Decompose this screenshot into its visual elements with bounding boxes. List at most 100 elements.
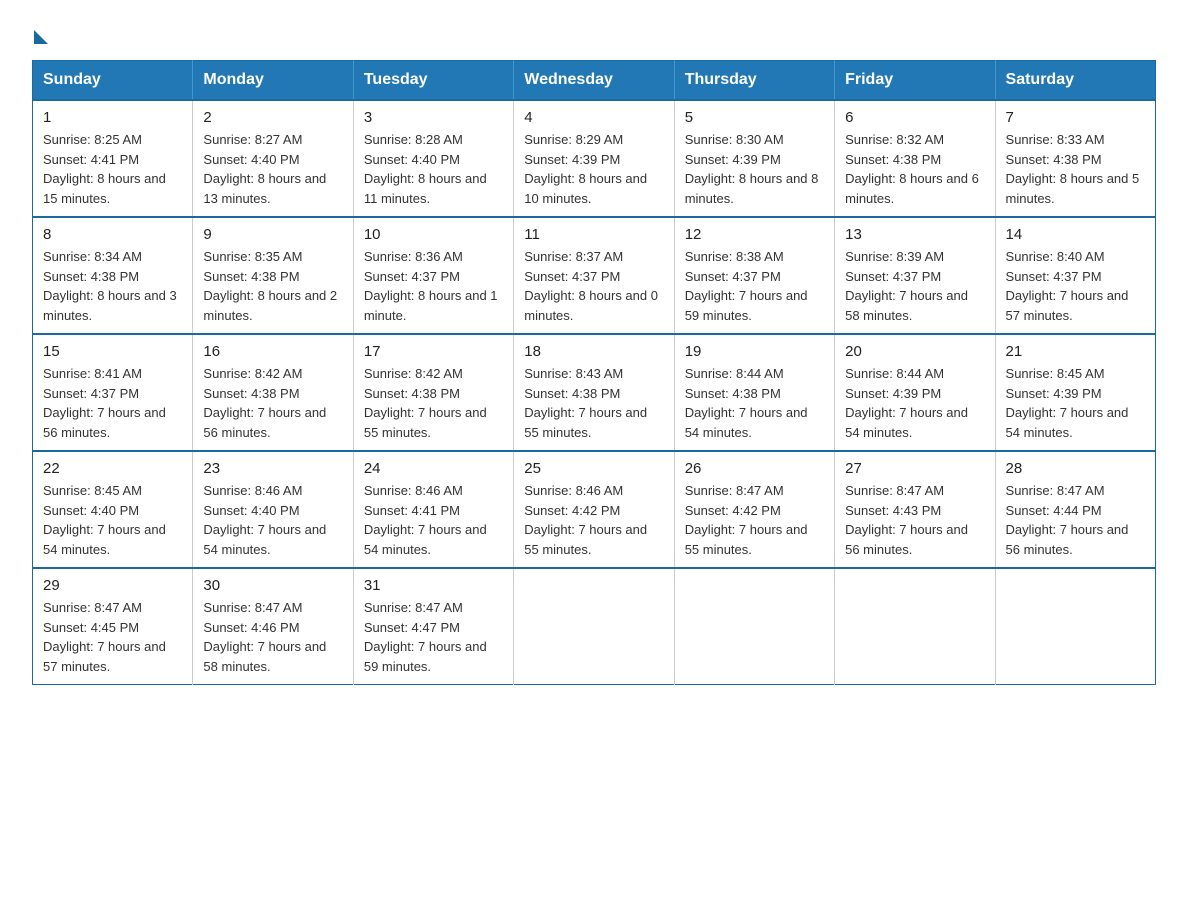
calendar-week-row: 22 Sunrise: 8:45 AM Sunset: 4:40 PM Dayl… <box>33 451 1156 568</box>
calendar-cell: 15 Sunrise: 8:41 AM Sunset: 4:37 PM Dayl… <box>33 334 193 451</box>
day-info: Sunrise: 8:30 AM Sunset: 4:39 PM Dayligh… <box>685 130 824 208</box>
day-number: 2 <box>203 109 342 126</box>
calendar-cell: 3 Sunrise: 8:28 AM Sunset: 4:40 PM Dayli… <box>353 100 513 217</box>
calendar-week-row: 1 Sunrise: 8:25 AM Sunset: 4:41 PM Dayli… <box>33 100 1156 217</box>
day-number: 7 <box>1006 109 1145 126</box>
day-number: 18 <box>524 343 663 360</box>
logo-arrow-icon <box>34 30 48 44</box>
day-number: 6 <box>845 109 984 126</box>
calendar-cell: 1 Sunrise: 8:25 AM Sunset: 4:41 PM Dayli… <box>33 100 193 217</box>
calendar-cell: 18 Sunrise: 8:43 AM Sunset: 4:38 PM Dayl… <box>514 334 674 451</box>
day-info: Sunrise: 8:36 AM Sunset: 4:37 PM Dayligh… <box>364 247 503 325</box>
calendar-cell: 26 Sunrise: 8:47 AM Sunset: 4:42 PM Dayl… <box>674 451 834 568</box>
calendar-week-row: 15 Sunrise: 8:41 AM Sunset: 4:37 PM Dayl… <box>33 334 1156 451</box>
day-number: 13 <box>845 226 984 243</box>
calendar-cell: 29 Sunrise: 8:47 AM Sunset: 4:45 PM Dayl… <box>33 568 193 685</box>
header-cell-saturday: Saturday <box>995 61 1155 101</box>
day-number: 12 <box>685 226 824 243</box>
day-info: Sunrise: 8:46 AM Sunset: 4:41 PM Dayligh… <box>364 481 503 559</box>
day-info: Sunrise: 8:32 AM Sunset: 4:38 PM Dayligh… <box>845 130 984 208</box>
day-info: Sunrise: 8:43 AM Sunset: 4:38 PM Dayligh… <box>524 364 663 442</box>
day-number: 3 <box>364 109 503 126</box>
header-cell-tuesday: Tuesday <box>353 61 513 101</box>
calendar-cell <box>674 568 834 685</box>
calendar-table: SundayMondayTuesdayWednesdayThursdayFrid… <box>32 60 1156 685</box>
calendar-cell: 14 Sunrise: 8:40 AM Sunset: 4:37 PM Dayl… <box>995 217 1155 334</box>
day-info: Sunrise: 8:28 AM Sunset: 4:40 PM Dayligh… <box>364 130 503 208</box>
header-cell-friday: Friday <box>835 61 995 101</box>
day-number: 1 <box>43 109 182 126</box>
header-cell-monday: Monday <box>193 61 353 101</box>
calendar-cell: 4 Sunrise: 8:29 AM Sunset: 4:39 PM Dayli… <box>514 100 674 217</box>
calendar-cell: 31 Sunrise: 8:47 AM Sunset: 4:47 PM Dayl… <box>353 568 513 685</box>
page-header <box>32 24 1156 40</box>
day-number: 4 <box>524 109 663 126</box>
day-info: Sunrise: 8:42 AM Sunset: 4:38 PM Dayligh… <box>203 364 342 442</box>
calendar-cell: 5 Sunrise: 8:30 AM Sunset: 4:39 PM Dayli… <box>674 100 834 217</box>
calendar-cell: 11 Sunrise: 8:37 AM Sunset: 4:37 PM Dayl… <box>514 217 674 334</box>
calendar-cell: 12 Sunrise: 8:38 AM Sunset: 4:37 PM Dayl… <box>674 217 834 334</box>
day-info: Sunrise: 8:29 AM Sunset: 4:39 PM Dayligh… <box>524 130 663 208</box>
day-number: 19 <box>685 343 824 360</box>
calendar-cell <box>835 568 995 685</box>
header-cell-thursday: Thursday <box>674 61 834 101</box>
day-info: Sunrise: 8:47 AM Sunset: 4:47 PM Dayligh… <box>364 598 503 676</box>
day-info: Sunrise: 8:47 AM Sunset: 4:45 PM Dayligh… <box>43 598 182 676</box>
calendar-cell: 22 Sunrise: 8:45 AM Sunset: 4:40 PM Dayl… <box>33 451 193 568</box>
calendar-cell: 17 Sunrise: 8:42 AM Sunset: 4:38 PM Dayl… <box>353 334 513 451</box>
day-number: 27 <box>845 460 984 477</box>
day-info: Sunrise: 8:46 AM Sunset: 4:42 PM Dayligh… <box>524 481 663 559</box>
day-info: Sunrise: 8:45 AM Sunset: 4:40 PM Dayligh… <box>43 481 182 559</box>
day-info: Sunrise: 8:45 AM Sunset: 4:39 PM Dayligh… <box>1006 364 1145 442</box>
day-number: 17 <box>364 343 503 360</box>
day-number: 16 <box>203 343 342 360</box>
day-info: Sunrise: 8:41 AM Sunset: 4:37 PM Dayligh… <box>43 364 182 442</box>
day-number: 5 <box>685 109 824 126</box>
calendar-cell: 23 Sunrise: 8:46 AM Sunset: 4:40 PM Dayl… <box>193 451 353 568</box>
day-number: 21 <box>1006 343 1145 360</box>
day-number: 14 <box>1006 226 1145 243</box>
day-info: Sunrise: 8:39 AM Sunset: 4:37 PM Dayligh… <box>845 247 984 325</box>
calendar-cell: 13 Sunrise: 8:39 AM Sunset: 4:37 PM Dayl… <box>835 217 995 334</box>
day-info: Sunrise: 8:47 AM Sunset: 4:42 PM Dayligh… <box>685 481 824 559</box>
calendar-cell: 20 Sunrise: 8:44 AM Sunset: 4:39 PM Dayl… <box>835 334 995 451</box>
day-number: 29 <box>43 577 182 594</box>
calendar-cell: 10 Sunrise: 8:36 AM Sunset: 4:37 PM Dayl… <box>353 217 513 334</box>
header-cell-wednesday: Wednesday <box>514 61 674 101</box>
day-info: Sunrise: 8:34 AM Sunset: 4:38 PM Dayligh… <box>43 247 182 325</box>
day-number: 10 <box>364 226 503 243</box>
day-number: 31 <box>364 577 503 594</box>
calendar-cell: 7 Sunrise: 8:33 AM Sunset: 4:38 PM Dayli… <box>995 100 1155 217</box>
day-info: Sunrise: 8:44 AM Sunset: 4:38 PM Dayligh… <box>685 364 824 442</box>
day-info: Sunrise: 8:47 AM Sunset: 4:43 PM Dayligh… <box>845 481 984 559</box>
calendar-week-row: 29 Sunrise: 8:47 AM Sunset: 4:45 PM Dayl… <box>33 568 1156 685</box>
day-number: 23 <box>203 460 342 477</box>
day-number: 8 <box>43 226 182 243</box>
day-info: Sunrise: 8:46 AM Sunset: 4:40 PM Dayligh… <box>203 481 342 559</box>
calendar-cell: 28 Sunrise: 8:47 AM Sunset: 4:44 PM Dayl… <box>995 451 1155 568</box>
calendar-body: 1 Sunrise: 8:25 AM Sunset: 4:41 PM Dayli… <box>33 100 1156 685</box>
header-cell-sunday: Sunday <box>33 61 193 101</box>
calendar-cell <box>514 568 674 685</box>
calendar-cell: 19 Sunrise: 8:44 AM Sunset: 4:38 PM Dayl… <box>674 334 834 451</box>
day-number: 15 <box>43 343 182 360</box>
calendar-header: SundayMondayTuesdayWednesdayThursdayFrid… <box>33 61 1156 101</box>
day-number: 9 <box>203 226 342 243</box>
day-number: 26 <box>685 460 824 477</box>
day-info: Sunrise: 8:47 AM Sunset: 4:46 PM Dayligh… <box>203 598 342 676</box>
day-info: Sunrise: 8:40 AM Sunset: 4:37 PM Dayligh… <box>1006 247 1145 325</box>
day-number: 22 <box>43 460 182 477</box>
day-number: 30 <box>203 577 342 594</box>
calendar-cell <box>995 568 1155 685</box>
day-number: 20 <box>845 343 984 360</box>
day-info: Sunrise: 8:33 AM Sunset: 4:38 PM Dayligh… <box>1006 130 1145 208</box>
day-number: 25 <box>524 460 663 477</box>
calendar-cell: 9 Sunrise: 8:35 AM Sunset: 4:38 PM Dayli… <box>193 217 353 334</box>
day-info: Sunrise: 8:44 AM Sunset: 4:39 PM Dayligh… <box>845 364 984 442</box>
calendar-week-row: 8 Sunrise: 8:34 AM Sunset: 4:38 PM Dayli… <box>33 217 1156 334</box>
calendar-cell: 8 Sunrise: 8:34 AM Sunset: 4:38 PM Dayli… <box>33 217 193 334</box>
calendar-cell: 27 Sunrise: 8:47 AM Sunset: 4:43 PM Dayl… <box>835 451 995 568</box>
day-info: Sunrise: 8:37 AM Sunset: 4:37 PM Dayligh… <box>524 247 663 325</box>
calendar-cell: 16 Sunrise: 8:42 AM Sunset: 4:38 PM Dayl… <box>193 334 353 451</box>
calendar-cell: 2 Sunrise: 8:27 AM Sunset: 4:40 PM Dayli… <box>193 100 353 217</box>
